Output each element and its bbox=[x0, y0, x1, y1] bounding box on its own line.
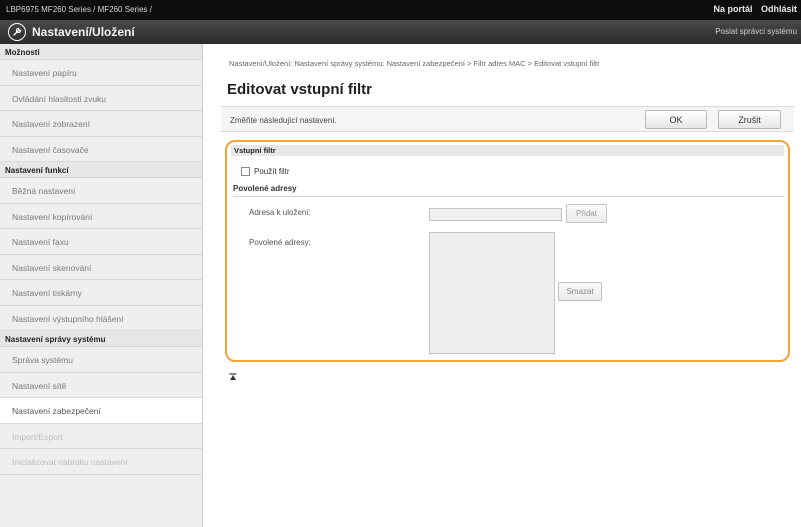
send-to-admin-link[interactable]: Poslat správci systému bbox=[715, 27, 797, 36]
sidebar-item-timer-settings[interactable]: Nastavení časovače bbox=[0, 137, 202, 162]
sidebar-item-fax-settings[interactable]: Nastavení faxu bbox=[0, 229, 202, 255]
sidebar-section-function-settings: Nastavení funkcí bbox=[0, 162, 202, 178]
allowed-addresses-label: Povolené adresy: bbox=[249, 238, 311, 247]
portal-link[interactable]: Na portál bbox=[713, 4, 752, 14]
app-header: Nastavení/Uložení Poslat správci systému bbox=[0, 20, 801, 44]
instruction-bar: Změňte následující nastavení. OK Zrušit bbox=[221, 106, 794, 132]
sidebar-item-security-settings[interactable]: Nastavení zabezpečení bbox=[0, 398, 202, 424]
cancel-button[interactable]: Zrušit bbox=[718, 110, 781, 129]
allowed-addresses-header: Povolené adresy bbox=[233, 184, 784, 197]
ok-button[interactable]: OK bbox=[645, 110, 707, 129]
sidebar-item-copy-settings[interactable]: Nastavení kopírování bbox=[0, 204, 202, 229]
sidebar-item-network-settings[interactable]: Nastavení sítě bbox=[0, 373, 202, 398]
sidebar-item-volume-control[interactable]: Ovládání hlasitosti zvuku bbox=[0, 86, 202, 111]
sidebar-item-scan-settings[interactable]: Nastavení skenování bbox=[0, 255, 202, 280]
header-title: Nastavení/Uložení bbox=[32, 25, 135, 39]
scroll-to-top-icon[interactable] bbox=[229, 373, 237, 381]
use-filter-row: Použít filtr bbox=[241, 167, 290, 176]
sidebar-item-paper-settings[interactable]: Nastavení papíru bbox=[0, 60, 202, 86]
allowed-addresses-list[interactable] bbox=[429, 232, 555, 354]
device-name: LBP6975 MF260 Series / MF260 Series / bbox=[6, 5, 152, 14]
logout-link[interactable]: Odhlásit bbox=[761, 4, 797, 14]
address-to-save-label: Adresa k uložení: bbox=[249, 208, 311, 217]
use-filter-label: Použít filtr bbox=[254, 167, 290, 176]
settings-wrench-icon bbox=[8, 23, 26, 41]
sidebar-item-system-management[interactable]: Správa systému bbox=[0, 347, 202, 373]
page-title: Editovat vstupní filtr bbox=[227, 81, 373, 98]
sidebar-item-initialize-menu[interactable]: Inicializovat nabídku nastavení bbox=[0, 449, 202, 475]
input-filter-panel: Vstupní filtr Použít filtr Povolené adre… bbox=[225, 140, 790, 362]
delete-button[interactable]: Smazat bbox=[558, 282, 602, 301]
address-input[interactable] bbox=[429, 208, 562, 221]
sidebar-item-printer-settings[interactable]: Nastavení tiskárny bbox=[0, 280, 202, 306]
sidebar-item-display-settings[interactable]: Nastavení zobrazení bbox=[0, 111, 202, 137]
sidebar: Možnosti Nastavení papíru Ovládání hlasi… bbox=[0, 44, 203, 527]
instruction-text: Změňte následující nastavení. bbox=[230, 116, 337, 125]
top-bar: LBP6975 MF260 Series / MF260 Series / Na… bbox=[0, 0, 801, 20]
add-button[interactable]: Přidat bbox=[566, 204, 607, 223]
main-content: Nastavení/Uložení: Nastavení správy syst… bbox=[203, 44, 801, 527]
sidebar-section-system-management: Nastavení správy systému bbox=[0, 331, 202, 347]
top-links: Na portál Odhlásit bbox=[707, 4, 797, 14]
sidebar-item-output-report-settings[interactable]: Nastavení výstupního hlášení bbox=[0, 306, 202, 331]
sidebar-section-options: Možnosti bbox=[0, 44, 202, 60]
sidebar-item-import-export[interactable]: Import/Export bbox=[0, 424, 202, 449]
breadcrumb: Nastavení/Uložení: Nastavení správy syst… bbox=[229, 59, 600, 68]
use-filter-checkbox[interactable] bbox=[241, 167, 250, 176]
panel-header: Vstupní filtr bbox=[231, 145, 784, 156]
sidebar-item-common-settings[interactable]: Běžná nastavení bbox=[0, 178, 202, 204]
